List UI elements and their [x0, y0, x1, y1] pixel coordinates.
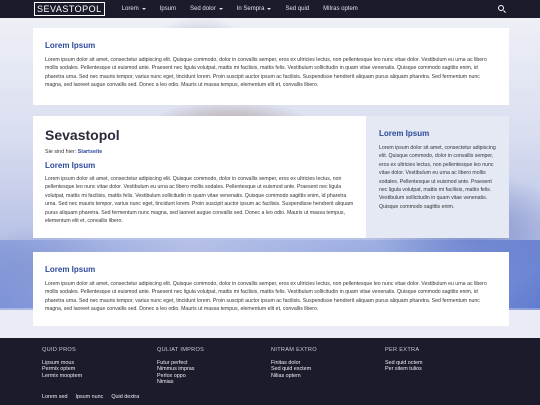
- footer-column-quid-pros: QUID PROS Lipsum mous Permix optem Lermi…: [42, 347, 82, 379]
- footer-link[interactable]: Nimias: [157, 379, 204, 385]
- footer-column-nitram-extro: NITRAM EXTRO Finitas dolor Sed quid exct…: [271, 347, 317, 379]
- main-content-panel: Sevastopol Sie sind hier: Startseite Lor…: [33, 116, 366, 238]
- sidebar-heading: Lorem Ipsum: [379, 129, 430, 138]
- page-title: Sevastopol: [45, 127, 120, 143]
- nav-item-label: Sed dolor: [190, 6, 216, 12]
- footer-heading: PER EXTRA: [385, 347, 420, 353]
- footer-heading: NITRAM EXTRO: [271, 347, 317, 353]
- breadcrumb-link-startseite[interactable]: Startseite: [78, 149, 103, 155]
- nav-item-sed-quid[interactable]: Sed quid: [278, 6, 316, 12]
- footer-bottom-link[interactable]: Quid dextra: [111, 394, 139, 400]
- chevron-down-icon: [141, 8, 146, 10]
- nav-item-sed-dolor[interactable]: Sed dolor: [183, 6, 230, 12]
- section-heading: Lorem Ipsum: [45, 161, 96, 170]
- panel-text: Lorem ipsum dolor sit amet, consectetur …: [45, 281, 487, 313]
- nav-menu: Lorem Ipsum Sed dolor In Sempra Sed quid…: [115, 6, 365, 12]
- chevron-down-icon: [267, 8, 272, 10]
- footer-bottom-links: Lorem sed Ipsum nunc Quid dextra: [42, 394, 139, 400]
- footer-bottom-link[interactable]: Lorem sed: [42, 394, 67, 400]
- sidebar-panel: Lorem Ipsum Lorem ipsum dolor sit amet, …: [366, 116, 509, 238]
- top-navbar: SEVASTOPOL Lorem Ipsum Sed dolor In Semp…: [0, 0, 540, 18]
- nav-item-label: In Sempra: [236, 6, 265, 12]
- footer-heading: QUID PROS: [42, 347, 77, 353]
- intro-panel: Lorem Ipsum Lorem ipsum dolor sit amet, …: [33, 28, 509, 105]
- nav-item-lorem[interactable]: Lorem: [115, 6, 153, 12]
- footer-link[interactable]: Nilias optem: [271, 373, 317, 379]
- nav-item-mitras-optem[interactable]: Mitras optem: [316, 6, 365, 12]
- sidebar-text: Lorem ipsum dolor sit amet, consectetur …: [379, 145, 496, 210]
- breadcrumb: Sie sind hier: Startseite: [45, 149, 354, 155]
- nav-item-label: Mitras optem: [323, 6, 358, 12]
- footer-link[interactable]: Lermix mooptem: [42, 373, 82, 379]
- footer-column-quliat-impros: QULIAT IMPROS Futur perfect Nimmus impra…: [157, 347, 204, 386]
- footer-bottom-link[interactable]: Ipsum nunc: [75, 394, 103, 400]
- breadcrumb-prefix: Sie sind hier:: [45, 149, 77, 155]
- nav-item-label: Lorem: [121, 6, 139, 12]
- nav-item-in-sempra[interactable]: In Sempra: [230, 6, 279, 12]
- chevron-down-icon: [218, 8, 223, 10]
- panel-text: Lorem ipsum dolor sit amet, consectetur …: [45, 57, 487, 89]
- footer-column-per-extra: PER EXTRA Sed quid octem Per sitem tulio…: [385, 347, 422, 373]
- search-icon[interactable]: [498, 5, 504, 11]
- panel-heading: Lorem Ipsum: [45, 41, 96, 50]
- panel-heading: Lorem Ipsum: [45, 265, 96, 274]
- nav-item-ipsum[interactable]: Ipsum: [153, 6, 183, 12]
- bottom-panel: Lorem Ipsum Lorem ipsum dolor sit amet, …: [33, 252, 509, 326]
- site-footer: QUID PROS Lipsum mous Permix optem Lermi…: [0, 338, 540, 405]
- nav-item-label: Ipsum: [159, 6, 177, 12]
- footer-link[interactable]: Sed quid exctem: [271, 366, 317, 372]
- main-text: Lorem ipsum dolor sit amet, consectetur …: [45, 176, 354, 225]
- nav-item-label: Sed quid: [285, 6, 310, 12]
- footer-link[interactable]: Per sitem tulios: [385, 366, 422, 372]
- footer-heading: QULIAT IMPROS: [157, 347, 205, 353]
- brand-logo[interactable]: SEVASTOPOL: [34, 2, 105, 16]
